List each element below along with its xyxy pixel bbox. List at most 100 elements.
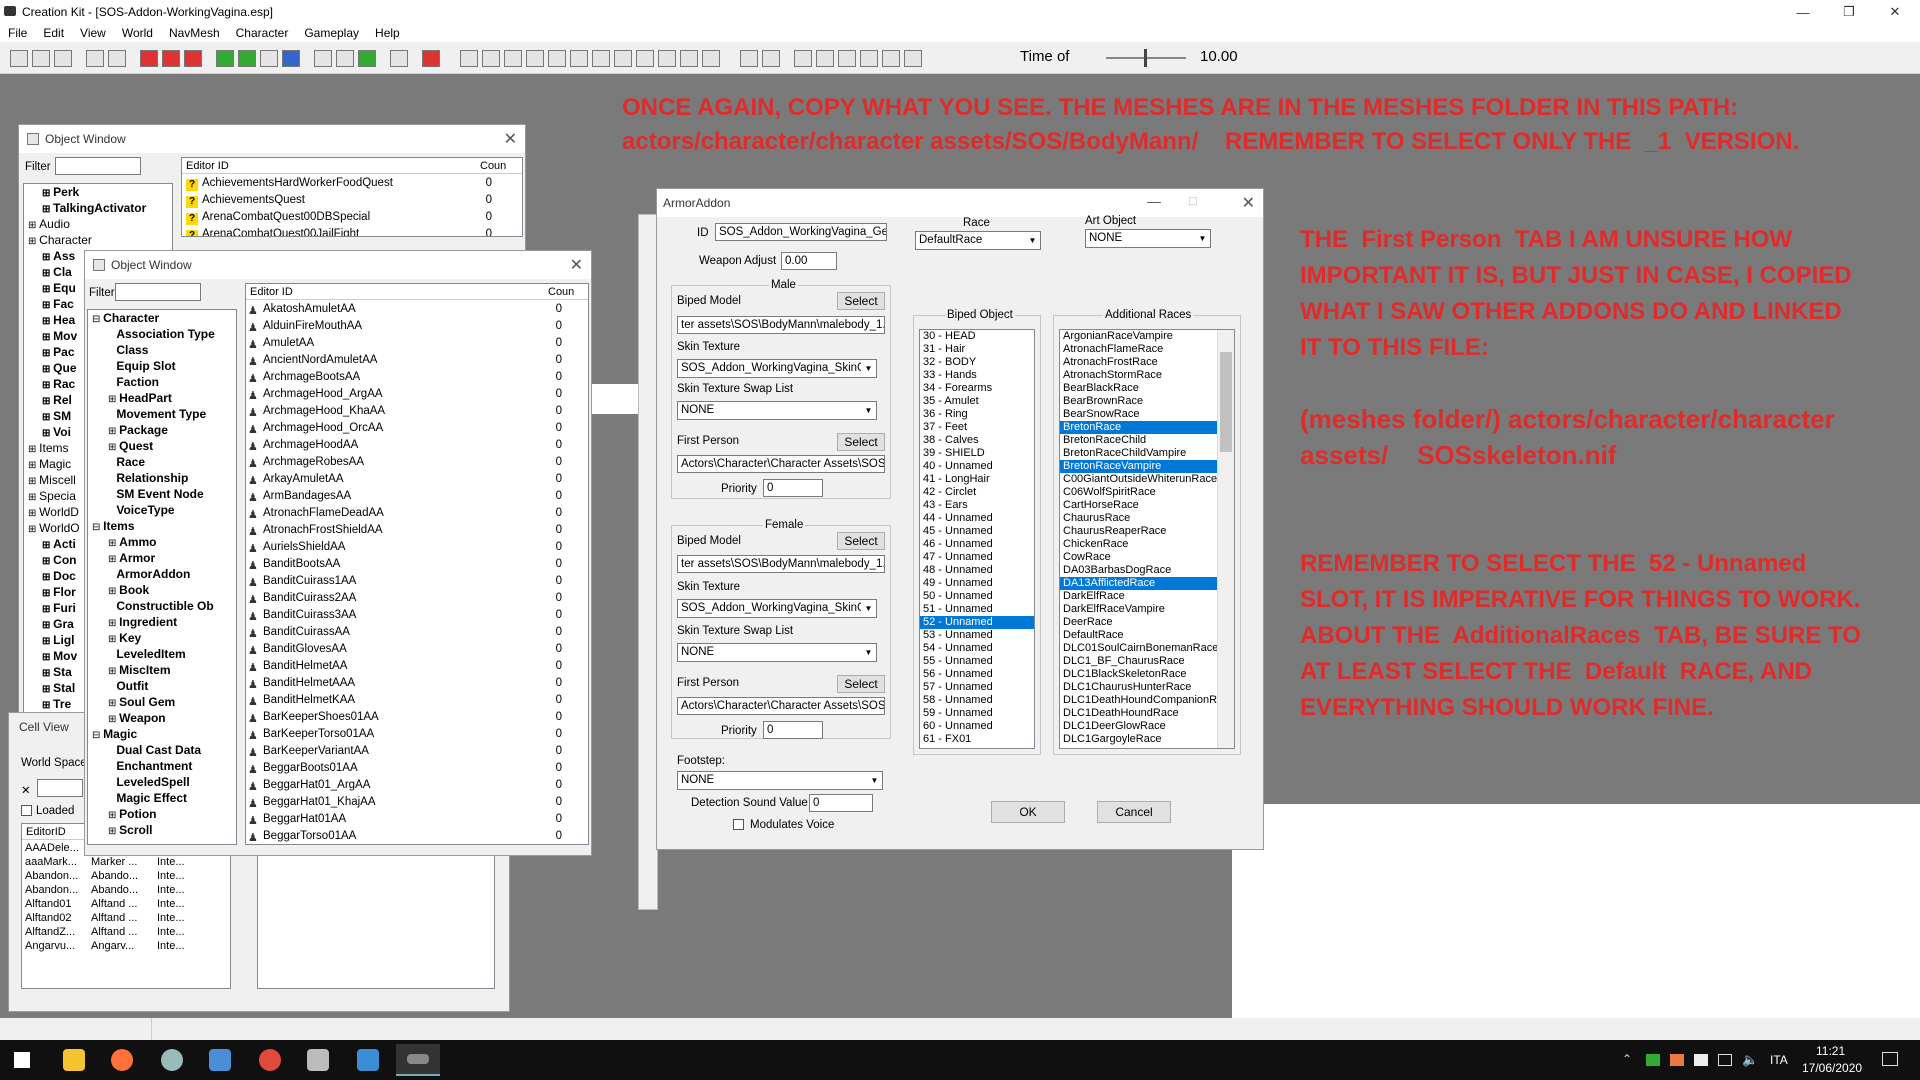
biped-slot-item[interactable]: 46 - Unnamed xyxy=(920,538,1034,551)
biped-slot-item[interactable]: 39 - SHIELD xyxy=(920,447,1034,460)
female-biped-path[interactable]: ter assets\SOS\BodyMann\malebody_1.nif xyxy=(677,555,885,573)
network-icon[interactable] xyxy=(1718,1054,1732,1066)
ok-button[interactable]: OK xyxy=(991,801,1065,823)
race-item[interactable]: CartHorseRace xyxy=(1060,499,1218,512)
tree-node[interactable]: Class xyxy=(92,342,236,358)
tree-node[interactable]: ⊞ Scroll xyxy=(92,822,236,838)
chevron-down-icon[interactable]: ▼ xyxy=(861,600,876,617)
table-row[interactable]: ♟ AmuletAA 0 xyxy=(246,335,572,352)
expand-icon[interactable]: ⊞ xyxy=(108,826,119,837)
notification-icon[interactable] xyxy=(1882,1052,1898,1066)
race-item[interactable]: DA03BarbasDogRace xyxy=(1060,564,1218,577)
col-count[interactable]: Coun xyxy=(480,158,506,174)
male-priority-input[interactable]: 0 xyxy=(763,479,823,497)
table-row[interactable]: ♟ AurielsShieldAA 0 xyxy=(246,539,572,556)
landscape-icon[interactable] xyxy=(238,50,256,67)
minimize-icon[interactable]: — xyxy=(1147,193,1161,209)
biped-slot-item[interactable]: 49 - Unnamed xyxy=(920,577,1034,590)
male-skin-combo[interactable]: SOS_Addon_WorkingVagina_SkinGe ▼ xyxy=(677,359,877,378)
prefs-icon[interactable] xyxy=(54,50,72,67)
biped-slot-item[interactable]: 31 - Hair xyxy=(920,343,1034,356)
table-row[interactable]: ? ArenaCombatQuest00JailFight 0 xyxy=(182,226,502,236)
expand-icon[interactable]: ⊞ xyxy=(108,698,119,709)
table-row[interactable]: ♟ BeggarHat01_KhajAA 0 xyxy=(246,794,572,811)
tree-node[interactable]: ⊞ MiscItem xyxy=(92,662,236,678)
table-row[interactable]: ♟ BanditCuirass1AA 0 xyxy=(246,573,572,590)
cell-row[interactable]: Alftand02 Alftand ... Inte... xyxy=(22,911,222,925)
tree-node[interactable]: ⊞ Quest xyxy=(92,438,236,454)
biped-slot-item[interactable]: 48 - Unnamed xyxy=(920,564,1034,577)
table-row[interactable]: ♟ ArchmageHood_KhaAA 0 xyxy=(246,403,572,420)
female-fp-path[interactable]: Actors\Character\Character Assets\SOSsk xyxy=(677,697,885,715)
tree-node[interactable]: LeveledItem xyxy=(92,646,236,662)
app-icon-3[interactable] xyxy=(150,1044,194,1076)
expand-icon[interactable]: ⊞ xyxy=(42,588,53,599)
tool-s-icon[interactable] xyxy=(882,50,900,67)
tree-node[interactable]: ⊟ Magic xyxy=(92,726,236,742)
race-item[interactable]: DeerRace xyxy=(1060,616,1218,629)
chevron-down-icon[interactable]: ▼ xyxy=(867,772,882,789)
tool-e-icon[interactable] xyxy=(548,50,566,67)
cell-row[interactable]: aaaMark... Marker ... Inte... xyxy=(22,855,222,869)
chevron-down-icon[interactable]: ▼ xyxy=(861,402,876,419)
expand-icon[interactable]: ⊞ xyxy=(28,476,39,487)
race-item[interactable]: DLC1DeerGlowRace xyxy=(1060,720,1218,733)
biped-slot-item[interactable]: 55 - Unnamed xyxy=(920,655,1034,668)
marker-icon[interactable] xyxy=(336,50,354,67)
tree-node[interactable]: Race xyxy=(92,454,236,470)
race-item[interactable]: C06WolfSpiritRace xyxy=(1060,486,1218,499)
table-row[interactable]: ♟ AtronachFlameDeadAA 0 xyxy=(246,505,572,522)
tree-node[interactable]: ⊞ Ingredient xyxy=(92,614,236,630)
tree-node[interactable]: ⊞ TalkingActivator xyxy=(28,200,172,216)
tree-node[interactable]: SM Event Node xyxy=(92,486,236,502)
sky-icon[interactable] xyxy=(358,50,376,67)
tree-node[interactable]: LeveledSpell xyxy=(92,774,236,790)
race-item[interactable]: DLC1DeathHoundCompanionR xyxy=(1060,694,1218,707)
table-row[interactable]: ♟ ArmBandagesAA 0 xyxy=(246,488,572,505)
female-priority-input[interactable]: 0 xyxy=(763,721,823,739)
race-item[interactable]: BretonRace xyxy=(1060,421,1218,434)
table-row[interactable]: ♟ BarKeeperShoes01AA 0 xyxy=(246,709,572,726)
biped-slot-item[interactable]: 37 - Feet xyxy=(920,421,1034,434)
expand-icon[interactable]: ⊞ xyxy=(42,412,53,423)
race-item[interactable]: BearBlackRace xyxy=(1060,382,1218,395)
minimize-button[interactable]: — xyxy=(1780,0,1826,24)
menu-navmesh[interactable]: NavMesh xyxy=(161,26,228,40)
tray-icon-1[interactable] xyxy=(1646,1054,1660,1066)
id-input[interactable]: SOS_Addon_WorkingVagina_Genit xyxy=(715,223,887,241)
expand-icon[interactable]: ⊞ xyxy=(28,460,39,471)
biped-slot-item[interactable]: 50 - Unnamed xyxy=(920,590,1034,603)
expand-icon[interactable]: ⊞ xyxy=(42,620,53,631)
biped-slot-item[interactable]: 30 - HEAD xyxy=(920,330,1034,343)
expand-icon[interactable]: ⊞ xyxy=(28,444,39,455)
expand-icon[interactable]: ⊞ xyxy=(42,268,53,279)
app-icon-5[interactable] xyxy=(248,1044,292,1076)
expand-icon[interactable]: ⊞ xyxy=(42,380,53,391)
table-row[interactable]: ♟ BanditCuirassAA 0 xyxy=(246,624,572,641)
tree-node[interactable]: ⊞ Soul Gem xyxy=(92,694,236,710)
time-of-day-slider[interactable] xyxy=(1106,49,1186,67)
biped-slot-item[interactable]: 54 - Unnamed xyxy=(920,642,1034,655)
biped-slot-item[interactable]: 44 - Unnamed xyxy=(920,512,1034,525)
biped-slot-item[interactable]: 57 - Unnamed xyxy=(920,681,1034,694)
close-button[interactable]: ✕ xyxy=(1872,0,1918,24)
slider-thumb[interactable] xyxy=(1144,49,1147,67)
expand-icon[interactable]: ⊞ xyxy=(108,538,119,549)
expand-icon[interactable]: ⊞ xyxy=(28,220,39,231)
table-row[interactable]: ♟ BanditHelmetKAA 0 xyxy=(246,692,572,709)
expand-icon[interactable]: ⊞ xyxy=(42,428,53,439)
biped-slot-item[interactable]: 60 - Unnamed xyxy=(920,720,1034,733)
terrain-icon[interactable] xyxy=(162,50,180,67)
expand-icon[interactable]: ⊞ xyxy=(28,508,39,519)
app-icon-4[interactable] xyxy=(198,1044,242,1076)
table-row[interactable]: ♟ BeggarBoots01AA 0 xyxy=(246,760,572,777)
expand-icon[interactable]: ⊞ xyxy=(42,652,53,663)
table-row[interactable]: ♟ AtronachFrostShieldAA 0 xyxy=(246,522,572,539)
expand-icon[interactable]: ⊞ xyxy=(42,188,53,199)
tree-node[interactable]: Enchantment xyxy=(92,758,236,774)
male-swap-combo[interactable]: NONE ▼ xyxy=(677,401,877,420)
close-icon[interactable]: ✕ xyxy=(570,255,583,275)
col-cell-editor-id[interactable]: EditorID xyxy=(26,824,66,840)
col-editor-id[interactable]: Editor ID xyxy=(250,284,293,300)
table-row[interactable]: ♟ BanditGlovesAA 0 xyxy=(246,641,572,658)
